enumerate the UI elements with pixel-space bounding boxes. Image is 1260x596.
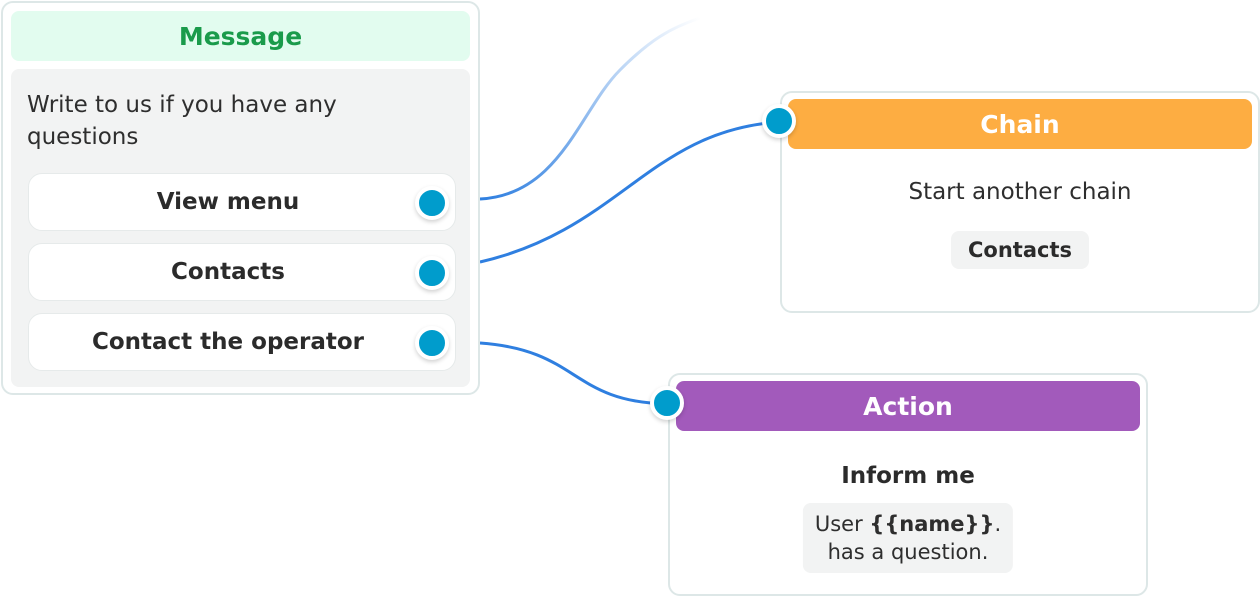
button-label: Contact the operator	[91, 329, 365, 355]
message-node-body: Write to us if you have any questions Vi…	[11, 69, 470, 387]
chain-node-title: Chain	[980, 109, 1060, 139]
button-contact-operator[interactable]: Contact the operator	[28, 313, 456, 371]
message-node-title: Message	[178, 21, 303, 51]
button-label: Contacts	[171, 259, 285, 285]
chain-subtitle: Start another chain	[908, 179, 1132, 205]
wire-view-menu[interactable]	[479, 16, 701, 201]
name-variable: {{name}}	[869, 512, 995, 536]
wire-contacts-to-chain[interactable]	[479, 120, 781, 264]
message-text: Write to us if you have any questions	[27, 92, 337, 150]
action-message-chip: User {{name}}. has a question.	[802, 503, 1014, 573]
output-port-icon[interactable]	[415, 326, 449, 360]
output-port-icon[interactable]	[415, 256, 449, 290]
chip-line-2: has a question.	[827, 540, 989, 564]
chip-prefix: User	[814, 512, 870, 536]
message-node-header: Message	[11, 11, 470, 61]
action-input-port-icon[interactable]	[650, 386, 684, 420]
button-label: View menu	[156, 189, 300, 215]
output-port-icon[interactable]	[415, 186, 449, 220]
action-subtitle: Inform me	[841, 463, 975, 489]
chain-node[interactable]: Chain Start another chain Contacts	[780, 91, 1260, 313]
chain-input-port-icon[interactable]	[762, 104, 796, 138]
button-contacts[interactable]: Contacts	[28, 243, 456, 301]
action-node-header: Action	[676, 381, 1140, 431]
action-node-title: Action	[863, 391, 953, 421]
chip-suffix: .	[994, 512, 1002, 536]
chain-node-header: Chain	[788, 99, 1252, 149]
chain-target-chip: Contacts	[951, 231, 1089, 269]
wire-operator-to-action[interactable]	[479, 341, 669, 406]
message-node[interactable]: Message Write to us if you have any ques…	[1, 1, 480, 395]
button-view-menu[interactable]: View menu	[28, 173, 456, 231]
action-node[interactable]: Action Inform me User {{name}}. has a qu…	[668, 373, 1148, 596]
